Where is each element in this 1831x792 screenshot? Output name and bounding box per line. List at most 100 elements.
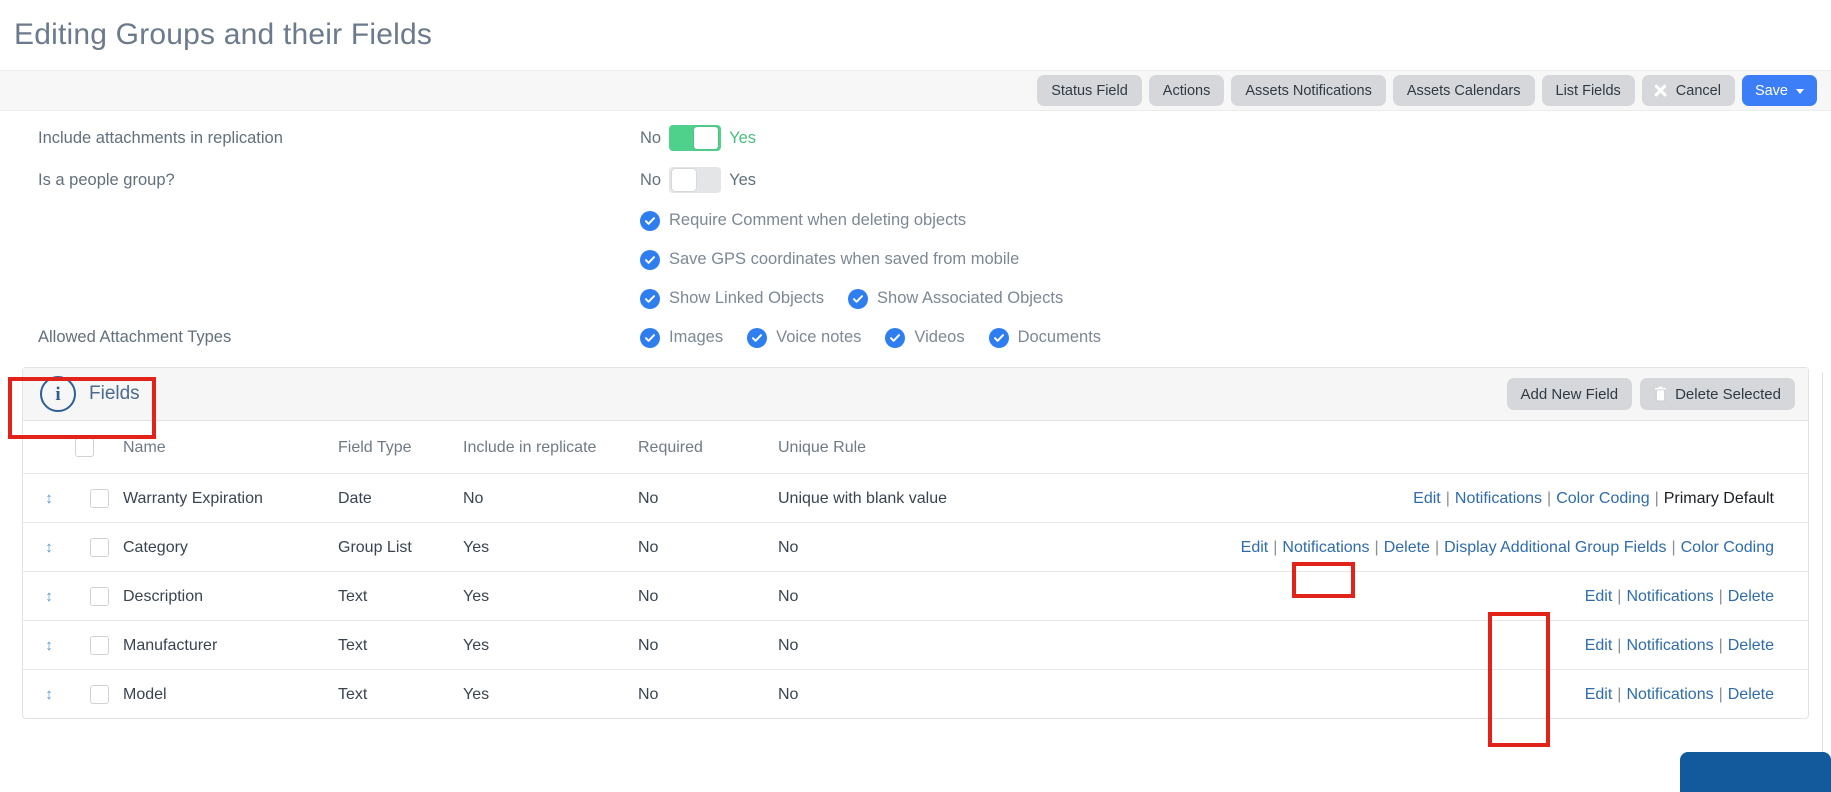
check-icon[interactable]	[848, 288, 869, 309]
close-icon	[1652, 82, 1669, 99]
toggle-group-people-group: No Yes	[640, 167, 756, 193]
check-icon[interactable]	[640, 288, 660, 309]
attachment-types-options: Images Voice notes Videos Documents	[640, 327, 1101, 348]
action-link-delete[interactable]: Delete	[1728, 686, 1774, 703]
checkbox-label-save-gps: Save GPS coordinates when saved from mob…	[669, 250, 1020, 268]
toggle-people-group[interactable]	[669, 167, 722, 193]
action-link-edit[interactable]: Edit	[1413, 490, 1441, 507]
cell-required: No	[638, 473, 778, 523]
page-title: Editing Groups and their Fields	[14, 18, 433, 51]
action-separator: |	[1547, 489, 1552, 507]
column-header-name: Name	[123, 421, 338, 474]
action-link-delete[interactable]: Delete	[1728, 637, 1774, 654]
row-checkbox[interactable]	[89, 538, 109, 557]
action-separator: |	[1654, 489, 1659, 507]
cell-field-type: Date	[338, 473, 463, 523]
action-separator: |	[1718, 685, 1723, 703]
status-field-button[interactable]: Status Field	[1037, 75, 1142, 106]
cell-actions: Edit | Notifications | Delete	[1038, 571, 1808, 621]
row-checkbox[interactable]	[89, 489, 109, 508]
cell-include-in-replicate: Yes	[463, 522, 638, 572]
drag-handle-icon[interactable]: ↕	[45, 539, 53, 556]
actions-button[interactable]: Actions	[1148, 75, 1225, 106]
row-drag-cell: ↕	[23, 473, 75, 523]
fields-panel-header-actions: Add New Field Delete Selected	[1506, 378, 1795, 410]
cell-include-in-replicate: No	[463, 473, 638, 523]
row-action-links: Edit | Notifications | Delete	[1585, 637, 1774, 655]
check-icon[interactable]	[747, 327, 768, 348]
cell-actions: Edit | Notifications | Delete | Display Additi…	[1038, 522, 1808, 572]
fields-table: Name Field Type Include in replicate Req…	[23, 421, 1808, 718]
cell-name: Description	[123, 571, 338, 621]
chat-widget-button[interactable]	[1680, 752, 1831, 792]
checkbox-label-show-associated-objects: Show Associated Objects	[877, 289, 1064, 307]
cell-actions: Edit | Notifications | Color Coding | Primary …	[1038, 473, 1808, 523]
check-icon[interactable]	[988, 327, 1009, 348]
drag-handle-icon[interactable]: ↕	[45, 588, 53, 605]
column-header-actions	[1038, 421, 1808, 474]
action-link-edit[interactable]: Edit	[1585, 686, 1613, 703]
action-separator: |	[1434, 538, 1440, 556]
attachment-types-row: Allowed Attachment Types Images Voice no…	[0, 318, 1831, 357]
cell-field-type: Text	[338, 685, 368, 703]
check-icon[interactable]	[640, 327, 660, 348]
setting-label-people-group: Is a people group?	[38, 170, 175, 189]
delete-selected-button[interactable]: Delete Selected	[1640, 378, 1795, 410]
row-checkbox[interactable]	[89, 685, 109, 704]
action-link-display-additional-group-fields[interactable]: Display Additional Group Fields	[1444, 539, 1666, 556]
action-link-notifications[interactable]: Notifications	[1282, 539, 1369, 556]
row-checkbox[interactable]	[89, 587, 109, 606]
drag-handle-icon[interactable]: ↕	[45, 490, 53, 507]
group-settings-section: Include attachments in replication No Ye…	[0, 111, 1831, 357]
row-checkbox[interactable]	[89, 636, 109, 655]
cell-required: No	[638, 522, 778, 572]
cell-name: Manufacturer	[123, 620, 338, 670]
row-select-cell	[75, 670, 123, 719]
list-fields-button[interactable]: List Fields	[1541, 75, 1635, 106]
action-link-notifications[interactable]: Notifications	[1626, 686, 1713, 703]
attachment-type-label-videos: Videos	[914, 328, 965, 346]
toggle-off-label-people-group: No	[640, 170, 662, 189]
cell-actions: Edit | Notifications | Delete	[1038, 620, 1808, 670]
assets-notifications-button[interactable]: Assets Notifications	[1231, 75, 1386, 106]
checkbox-label-show-linked-objects: Show Linked Objects	[669, 289, 825, 307]
row-action-links: Edit | Notifications | Color Coding | Primary …	[1413, 490, 1774, 508]
check-icon[interactable]	[640, 249, 660, 270]
check-icon[interactable]	[885, 327, 906, 348]
fields-panel-title: Fields	[89, 383, 140, 404]
cancel-button[interactable]: Cancel	[1641, 75, 1735, 106]
cell-include-in-replicate: Yes	[463, 620, 638, 670]
select-all-checkbox[interactable]	[75, 438, 94, 457]
action-link-edit[interactable]: Edit	[1585, 588, 1613, 605]
setting-row-include-attachments: Include attachments in replication No Ye…	[0, 117, 1831, 159]
cell-required: No	[638, 685, 659, 703]
action-link-edit[interactable]: Edit	[1585, 637, 1613, 654]
action-link-delete[interactable]: Delete	[1384, 539, 1430, 556]
drag-handle-icon[interactable]: ↕	[45, 686, 53, 703]
action-separator: |	[1718, 636, 1723, 654]
action-link-delete[interactable]: Delete	[1728, 588, 1774, 605]
action-link-notifications[interactable]: Notifications	[1626, 637, 1713, 654]
add-new-field-button[interactable]: Add New Field	[1506, 378, 1633, 410]
toggle-group-include-attachments: No Yes	[640, 125, 756, 151]
action-link-notifications[interactable]: Notifications	[1455, 490, 1542, 507]
toggle-knob	[672, 169, 697, 191]
drag-handle-icon[interactable]: ↕	[45, 637, 53, 654]
attachment-type-label-images: Images	[669, 328, 724, 346]
assets-calendars-button[interactable]: Assets Calendars	[1392, 75, 1535, 106]
action-toolbar: Status Field Actions Assets Notification…	[0, 70, 1831, 111]
action-separator: |	[1718, 587, 1723, 605]
save-button[interactable]: Save	[1741, 75, 1817, 106]
toggle-include-attachments[interactable]	[669, 125, 722, 151]
row-select-cell	[75, 571, 123, 621]
toggle-on-label-people-group: Yes	[729, 170, 757, 189]
action-separator: |	[1374, 538, 1379, 556]
column-header-include-in-replicate: Include in replicate	[463, 421, 638, 474]
action-link-notifications[interactable]: Notifications	[1626, 588, 1713, 605]
action-link-color-coding[interactable]: Color Coding	[1556, 490, 1649, 507]
check-icon[interactable]	[640, 210, 660, 231]
row-drag-cell: ↕	[23, 670, 75, 719]
checkbox-row-save-gps: Save GPS coordinates when saved from mob…	[0, 240, 1831, 279]
action-link-edit[interactable]: Edit	[1241, 539, 1269, 556]
action-link-color-coding[interactable]: Color Coding	[1681, 539, 1774, 556]
